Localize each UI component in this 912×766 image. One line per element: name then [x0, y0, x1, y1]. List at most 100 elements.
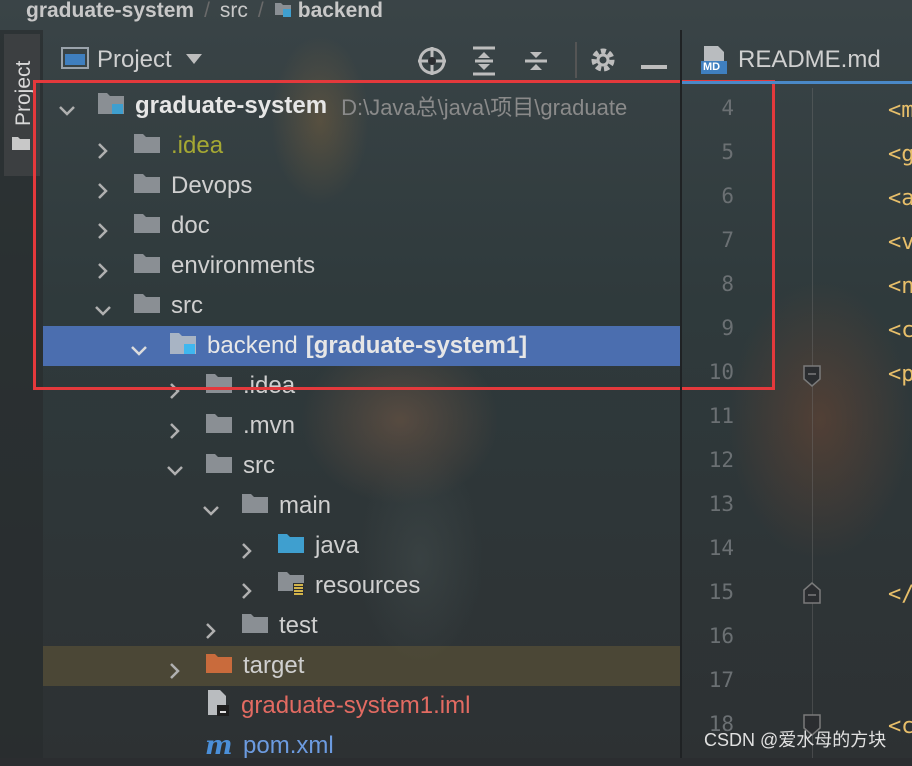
tree-item-label: src [243, 452, 275, 479]
tree-item-label: main [279, 492, 332, 519]
tree-row-selected[interactable]: backend [graduate-system1] [43, 326, 680, 366]
tree-item-label: java [315, 532, 360, 559]
folder-icon [133, 132, 161, 161]
code-line[interactable]: <c [888, 714, 912, 739]
line-number: 13 [708, 492, 734, 516]
chevron-right-icon[interactable] [239, 578, 255, 599]
iml-file-icon [205, 689, 231, 724]
breadcrumb-src[interactable]: src [220, 0, 248, 22]
tree-row[interactable]: test [43, 606, 680, 646]
code-line[interactable]: <c [888, 318, 912, 343]
chevron-down-icon[interactable] [185, 51, 202, 69]
fold-end-marker-icon[interactable] [803, 582, 821, 609]
tree-item-label: graduate-system1.iml [241, 692, 471, 719]
chevron-right-icon[interactable] [203, 618, 219, 639]
editor-gutter: 4 5 6 7 8 9 10 11 12 13 14 15 16 17 18 [682, 86, 792, 758]
project-panel-header: Project [43, 38, 680, 82]
md-icon-text: MD [703, 60, 721, 73]
collapse-all-icon[interactable] [523, 46, 549, 81]
folder-icon [133, 212, 161, 241]
breadcrumb-separator: / [257, 0, 264, 22]
line-number: 16 [708, 624, 734, 648]
chevron-down-icon[interactable] [203, 498, 219, 516]
module-folder-icon [97, 90, 125, 123]
chevron-down-icon[interactable] [167, 458, 183, 476]
code-line[interactable]: <a [888, 186, 912, 211]
line-number: 17 [708, 668, 734, 692]
code-line[interactable]: <n [888, 274, 912, 299]
tree-item-label: doc [171, 212, 210, 239]
tree-row[interactable]: main [43, 486, 680, 526]
folder-icon [205, 452, 233, 481]
tree-row[interactable]: m pom.xml [43, 726, 680, 766]
tree-item-path: D:\Java总\java\项目\graduate [341, 95, 628, 120]
chevron-right-icon[interactable] [95, 138, 111, 159]
line-number: 11 [708, 404, 734, 428]
chevron-right-icon[interactable] [239, 538, 255, 559]
code-line[interactable]: <m [888, 98, 912, 123]
chevron-down-icon[interactable] [95, 298, 111, 316]
line-number: 12 [708, 448, 734, 472]
tree-row[interactable]: src [43, 286, 680, 326]
line-number: 4 [721, 96, 734, 120]
tree-row[interactable]: .idea [43, 126, 680, 166]
code-line[interactable]: </ [888, 582, 912, 607]
chevron-right-icon[interactable] [167, 378, 183, 399]
folder-icon [133, 252, 161, 281]
tree-item-label: backend [207, 332, 298, 359]
maven-icon: m [205, 731, 233, 761]
chevron-down-icon[interactable] [59, 98, 75, 116]
chevron-right-icon[interactable] [95, 218, 111, 239]
tree-row[interactable]: .mvn [43, 406, 680, 446]
chevron-right-icon[interactable] [95, 258, 111, 279]
line-number: 15 [708, 580, 734, 604]
watermark: CSDN @爱水母的方块 [704, 730, 887, 750]
line-number: 9 [721, 316, 734, 340]
tree-item-label: resources [315, 572, 421, 599]
breadcrumb-root[interactable]: graduate-system [26, 0, 194, 22]
tree-row[interactable]: environments [43, 246, 680, 286]
breadcrumb-module[interactable]: backend [298, 0, 383, 22]
tree-item-label: target [243, 652, 305, 679]
fold-guide-line [812, 88, 813, 758]
folder-icon [241, 612, 269, 641]
chevron-right-icon[interactable] [167, 418, 183, 439]
resources-folder-icon [277, 570, 305, 603]
code-line[interactable]: <g [888, 142, 912, 167]
tree-row[interactable]: src [43, 446, 680, 486]
line-number: 7 [721, 228, 734, 252]
tree-item-module: [graduate-system1] [305, 332, 528, 359]
tree-row[interactable]: Devops [43, 166, 680, 206]
tree-row[interactable]: target [43, 646, 680, 686]
tree-row-root[interactable]: graduate-system D:\Java总\java\项目\graduat… [43, 86, 680, 126]
tree-row[interactable]: doc [43, 206, 680, 246]
gear-icon[interactable] [589, 46, 617, 79]
tree-item-label: environments [171, 252, 316, 279]
tree-row[interactable]: java [43, 526, 680, 566]
code-line[interactable]: <v [888, 230, 912, 255]
folder-icon [205, 412, 233, 441]
expand-all-icon[interactable] [471, 46, 497, 81]
separator [575, 42, 577, 83]
folder-icon [12, 136, 30, 155]
folder-icon [241, 492, 269, 521]
project-view-title[interactable]: Project [97, 46, 172, 74]
fold-marker-icon[interactable] [803, 365, 821, 392]
chevron-right-icon[interactable] [167, 658, 183, 679]
tree-row[interactable]: graduate-system1.iml [43, 686, 680, 726]
markdown-file-icon: MD [700, 45, 730, 75]
tree-row[interactable]: resources [43, 566, 680, 606]
chevron-down-icon[interactable] [131, 338, 147, 356]
editor-tab-readme[interactable]: MD README.md [682, 38, 912, 84]
folder-icon [133, 292, 161, 321]
tree-item-label: src [171, 292, 203, 319]
breadcrumb-separator: / [204, 0, 210, 22]
tree-row[interactable]: .idea [43, 366, 680, 406]
chevron-right-icon[interactable] [95, 178, 111, 199]
hide-icon[interactable] [641, 56, 667, 74]
code-line[interactable]: <p [888, 362, 912, 387]
line-number: 14 [708, 536, 734, 560]
tree-item-label: Devops [171, 172, 253, 199]
module-folder-icon [274, 0, 292, 22]
locate-icon[interactable] [417, 46, 447, 81]
